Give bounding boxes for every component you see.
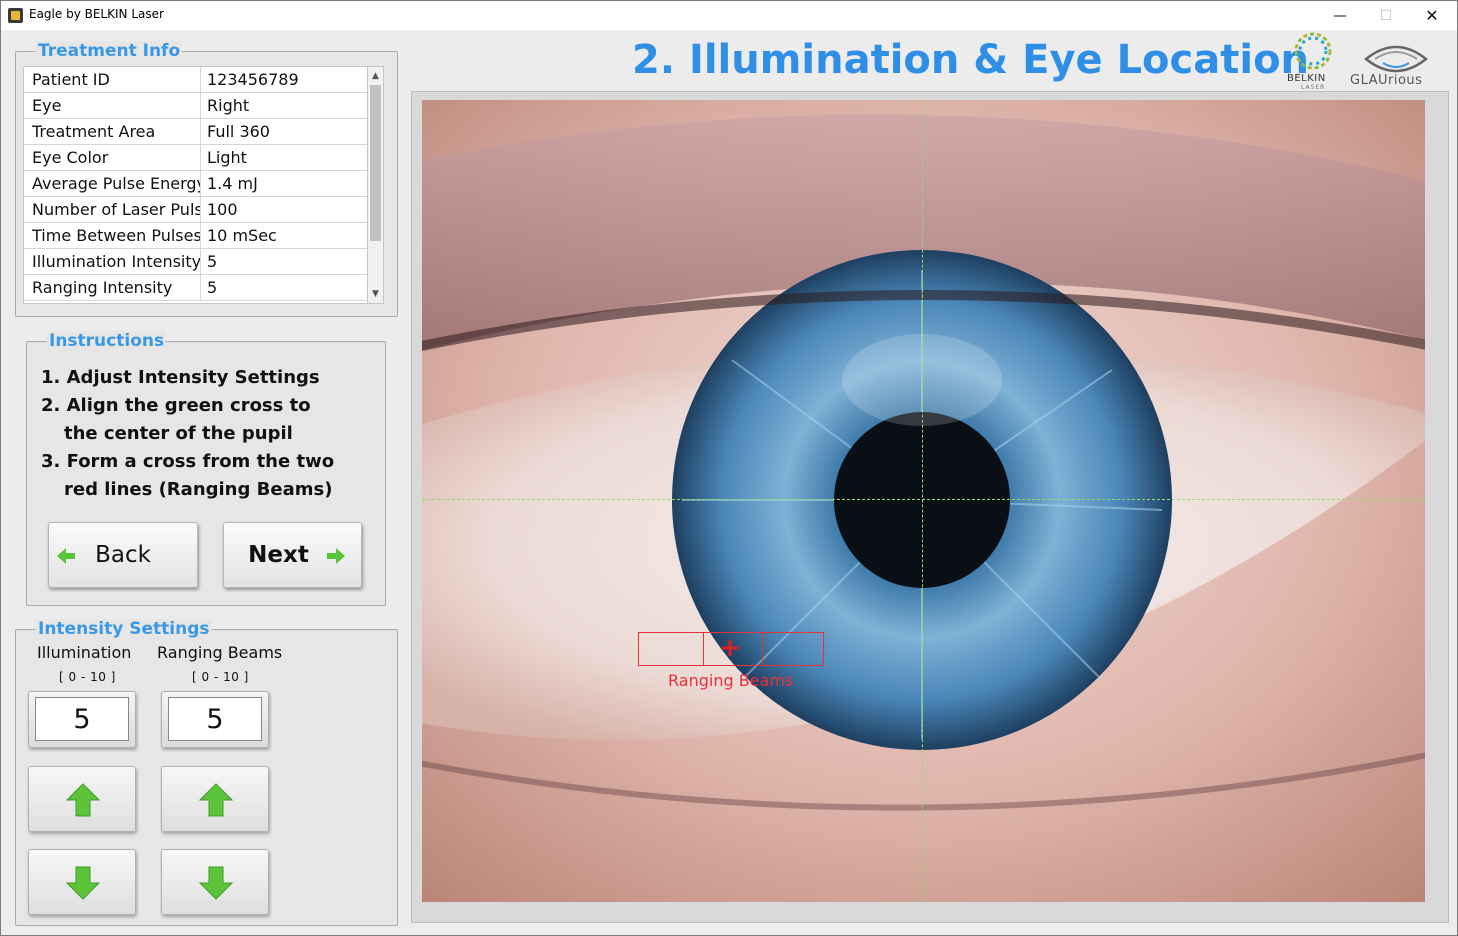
- illumination-up-button[interactable]: [28, 766, 136, 832]
- table-row: Average Pulse Energy 1.4 mJ: [24, 171, 367, 197]
- belkin-logo-subtext: LASER: [1301, 84, 1326, 91]
- instruction-line: 2. Align the green cross to: [41, 395, 311, 416]
- arrow-right-icon: [327, 548, 345, 564]
- next-label: Next: [248, 542, 309, 568]
- row-value: 5: [207, 278, 218, 297]
- ranging-beams-label: Ranging Beams: [157, 643, 283, 662]
- row-key: Illumination Intensity: [24, 249, 201, 274]
- instruction-line: the center of the pupil: [64, 423, 293, 444]
- vertical-crosshair: [922, 100, 923, 902]
- table-row: Time Between Pulses 10 mSec: [24, 223, 367, 249]
- instruction-line: 1. Adjust Intensity Settings: [41, 367, 320, 388]
- table-row: Illumination Intensity 5: [24, 249, 367, 275]
- arrow-left-icon: [57, 548, 75, 564]
- row-value: Right: [207, 96, 250, 115]
- row-key: Eye Color: [24, 145, 201, 170]
- ranging-beam-box-right: [762, 632, 824, 666]
- row-value: 1.4 mJ: [207, 174, 258, 193]
- eye-image: [422, 100, 1425, 902]
- ranging-beams-overlay-label: Ranging Beams: [668, 671, 794, 690]
- arrow-up-icon: [199, 783, 233, 817]
- back-button[interactable]: Back: [48, 522, 198, 588]
- row-key: Time Between Pulses: [24, 223, 201, 248]
- ranging-cross-icon: +: [719, 633, 741, 663]
- ranging-up-button[interactable]: [161, 766, 269, 832]
- row-value: Full 360: [207, 122, 270, 141]
- row-value: 100: [207, 200, 238, 219]
- row-value: 10 mSec: [207, 226, 277, 245]
- table-row: Eye Color Light: [24, 145, 367, 171]
- row-value: 5: [207, 252, 218, 271]
- intensity-settings-title: Intensity Settings: [36, 619, 212, 639]
- illumination-value-box: 5: [28, 691, 136, 748]
- horizontal-crosshair: [422, 499, 1425, 500]
- row-key: Average Pulse Energy: [24, 171, 201, 196]
- glaurious-logo-text: GLAUrious: [1350, 73, 1423, 88]
- instruction-line: 3. Form a cross from the two: [41, 451, 335, 472]
- ranging-beam-box-left: [638, 632, 704, 666]
- illumination-down-button[interactable]: [28, 849, 136, 915]
- app-window: Eagle by BELKIN Laser — ☐ ✕ Treatment In…: [0, 0, 1458, 936]
- row-value: 123456789: [207, 70, 299, 89]
- ranging-down-button[interactable]: [161, 849, 269, 915]
- glaurious-logo-icon: [1363, 45, 1429, 73]
- illumination-range: [ 0 - 10 ]: [59, 670, 116, 684]
- arrow-down-icon: [199, 866, 233, 900]
- instructions-text: 1. Adjust Intensity Settings 2. Align th…: [41, 364, 334, 504]
- instruction-line: red lines (Ranging Beams): [64, 479, 333, 500]
- page-title: 2. Illumination & Eye Location: [632, 37, 1310, 83]
- back-label: Back: [95, 542, 151, 568]
- table-row: Eye Right: [24, 93, 367, 119]
- title-bar: Eagle by BELKIN Laser — ☐ ✕: [1, 1, 1457, 30]
- row-key: Eye: [24, 93, 201, 118]
- treatment-info-title: Treatment Info: [36, 41, 183, 61]
- table-row: Number of Laser Pulse 100: [24, 197, 367, 223]
- arrow-up-icon: [66, 783, 100, 817]
- window-title: Eagle by BELKIN Laser: [29, 7, 164, 21]
- treatment-table: Patient ID 123456789 Eye Right Treatment A…: [23, 66, 368, 304]
- minimize-button[interactable]: —: [1317, 1, 1363, 30]
- illumination-label: Illumination: [37, 643, 132, 662]
- ranging-value[interactable]: 5: [168, 697, 262, 741]
- next-button[interactable]: Next: [223, 522, 362, 588]
- table-row: Ranging Intensity 5: [24, 275, 367, 301]
- row-key: Treatment Area: [24, 119, 201, 144]
- arrow-down-icon: [66, 866, 100, 900]
- table-row: Treatment Area Full 360: [24, 119, 367, 145]
- table-row: Patient ID 123456789: [24, 67, 367, 93]
- ranging-range: [ 0 - 10 ]: [192, 670, 249, 684]
- row-key: Number of Laser Pulse: [24, 197, 201, 222]
- eye-camera-image[interactable]: [422, 100, 1425, 902]
- row-key: Ranging Intensity: [24, 275, 201, 300]
- scroll-thumb[interactable]: [370, 85, 381, 241]
- table-scrollbar[interactable]: ▲ ▼: [368, 66, 384, 304]
- row-key: Patient ID: [24, 67, 201, 92]
- row-value: Light: [207, 148, 247, 167]
- illumination-value[interactable]: 5: [35, 697, 129, 741]
- maximize-button[interactable]: ☐: [1363, 1, 1409, 30]
- instructions-title: Instructions: [47, 331, 167, 351]
- scroll-down-icon[interactable]: ▼: [368, 286, 383, 302]
- app-icon: [8, 8, 23, 23]
- scroll-up-icon[interactable]: ▲: [368, 68, 383, 84]
- belkin-logo-text: BELKIN: [1287, 73, 1326, 84]
- ranging-value-box: 5: [161, 691, 269, 748]
- close-button[interactable]: ✕: [1409, 1, 1455, 30]
